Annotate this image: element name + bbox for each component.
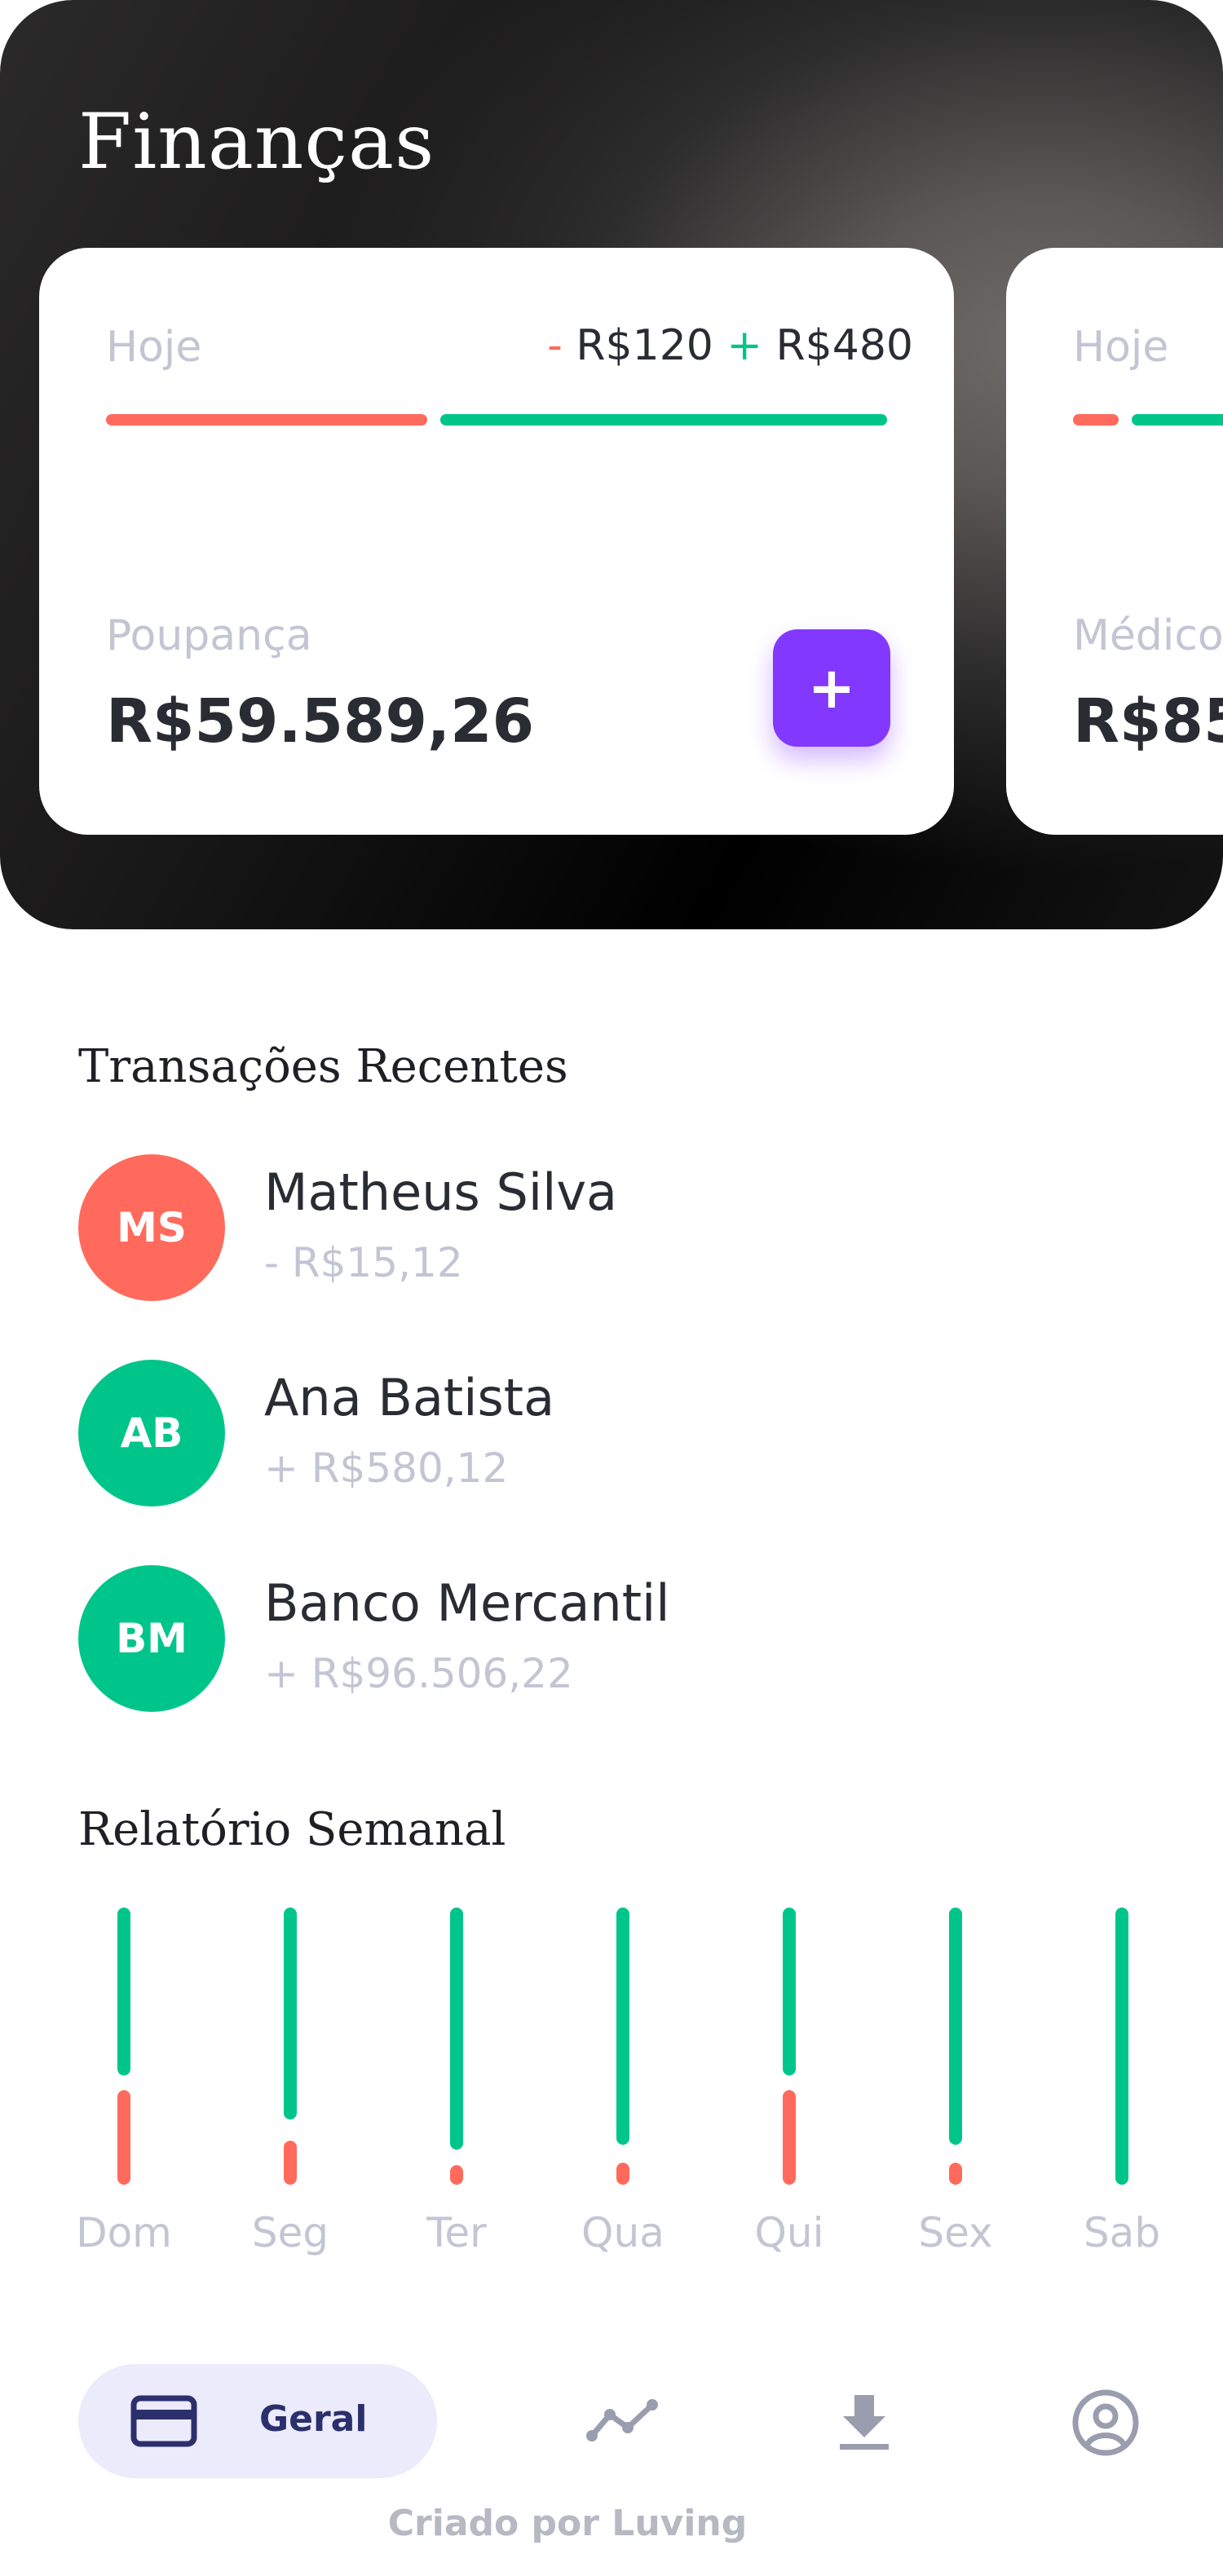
- transaction-item[interactable]: AB Ana Batista + R$580,12: [78, 1360, 1138, 1506]
- download-icon[interactable]: [835, 2389, 894, 2457]
- weekly-chart: Dom Seg Ter Qua Qui Sex Sab: [76, 1908, 1160, 2283]
- transaction-amount: + R$580,12: [264, 1445, 509, 1492]
- card-daily-summary: - R$120 + R$480: [547, 321, 913, 370]
- chart-day-label: Qua: [581, 2209, 664, 2256]
- chart-bar-expense: [284, 2140, 297, 2185]
- avatar: BM: [78, 1565, 225, 1712]
- chart-day-label: Dom: [76, 2209, 172, 2256]
- daily-income: R$480: [775, 321, 913, 370]
- account-card-medical[interactable]: Hoje Médico R$85: [1006, 248, 1223, 835]
- chart-bar-income: [783, 1908, 796, 2075]
- profile-icon[interactable]: [1071, 2389, 1140, 2460]
- transaction-name: Matheus Silva: [264, 1162, 618, 1222]
- expense-bar: [1073, 414, 1119, 426]
- account-card-savings[interactable]: Hoje - R$120 + R$480 Poupança R$59.589,2…: [39, 248, 954, 835]
- transaction-amount: - R$15,12: [264, 1239, 463, 1286]
- chart-bar-income: [117, 1908, 130, 2075]
- chart-day-label: Sab: [1083, 2209, 1161, 2256]
- chart-bar-income: [284, 1908, 297, 2119]
- income-bar: [1132, 414, 1223, 426]
- chart-bar-income: [1115, 1908, 1128, 2185]
- nav-item-general[interactable]: Geral: [78, 2364, 437, 2478]
- avatar: MS: [78, 1154, 225, 1301]
- chart-bar-expense: [783, 2090, 796, 2185]
- income-bar: [440, 414, 887, 426]
- transactions-title: Transações Recentes: [78, 1040, 568, 1093]
- chart-bar-expense: [616, 2162, 629, 2185]
- chart-day-label: Ter: [426, 2209, 487, 2256]
- chart-bar-income: [450, 1908, 463, 2150]
- transaction-item[interactable]: MS Matheus Silva - R$15,12: [78, 1154, 1138, 1301]
- chart-day-label: Qui: [754, 2209, 824, 2256]
- chart-bar-income: [949, 1908, 962, 2145]
- trend-icon[interactable]: [585, 2389, 660, 2457]
- page-title: Finanças: [78, 98, 435, 187]
- chart-day-label: Seg: [251, 2209, 329, 2256]
- footer-credit: Criado por Luving: [387, 2503, 748, 2544]
- expense-sign: -: [547, 321, 563, 370]
- daily-expense: R$120: [576, 321, 713, 370]
- nav-label-general: Geral: [259, 2398, 368, 2440]
- account-balance: R$59.589,26: [106, 686, 535, 756]
- transaction-name: Ana Batista: [264, 1368, 555, 1427]
- chart-day-label: Sex: [918, 2209, 993, 2256]
- header: Finanças Hoje - R$120 + R$480 Poupança R…: [0, 0, 1223, 929]
- account-balance: R$85: [1073, 686, 1223, 756]
- transaction-item[interactable]: BM Banco Mercantil + R$96.506,22: [78, 1565, 1138, 1712]
- transaction-amount: + R$96.506,22: [264, 1650, 573, 1697]
- avatar: AB: [78, 1360, 225, 1506]
- chart-bar-expense: [117, 2090, 130, 2185]
- expense-bar: [106, 414, 427, 426]
- transaction-name: Banco Mercantil: [264, 1573, 670, 1633]
- add-button[interactable]: +: [773, 629, 890, 747]
- income-sign: +: [726, 321, 762, 370]
- chart-bar-expense: [450, 2165, 463, 2185]
- account-label: Poupança: [106, 611, 312, 660]
- weekly-report-title: Relatório Semanal: [78, 1803, 506, 1856]
- chart-bar-expense: [949, 2162, 962, 2185]
- chart-bar-income: [616, 1908, 629, 2145]
- card-period: Hoje: [1073, 323, 1169, 372]
- card-icon: [130, 2395, 197, 2450]
- card-period: Hoje: [106, 323, 202, 372]
- account-label: Médico: [1073, 611, 1223, 660]
